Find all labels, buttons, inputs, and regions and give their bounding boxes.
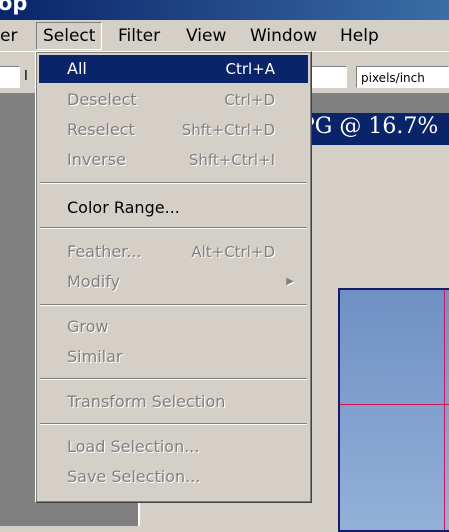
image-canvas[interactable] [338,288,449,532]
menu-window[interactable]: Window [244,23,323,49]
menu-item-label: Save Selection... [67,467,201,486]
menu-item-label: Deselect [67,90,137,109]
menu-separator [40,227,307,229]
menu-item-save-selection[interactable]: Save Selection... [39,463,308,491]
menu-item-color-range[interactable]: Color Range... [39,194,308,222]
menu-item-label: Similar [67,347,123,366]
menu-separator [40,423,307,425]
menu-item-transform-selection[interactable]: Transform Selection [39,388,308,416]
menu-help[interactable]: Help [334,23,385,49]
menu-item-grow[interactable]: Grow [39,313,308,341]
menu-separator [40,182,307,184]
toolbox-area [0,93,40,526]
vertical-guide[interactable] [444,290,445,530]
menu-item-feather[interactable]: Feather... Alt+Ctrl+D [39,238,308,266]
menu-filter[interactable]: Filter [112,23,166,49]
resolution-unit-select[interactable]: pixels/inch [356,66,449,88]
menu-item-label: Inverse [67,150,126,169]
menu-item-modify[interactable]: Modify ▶ [39,268,308,296]
menu-view[interactable]: View [180,23,232,49]
menu-item-label: Reselect [67,120,135,139]
submenu-arrow-icon: ▶ [286,276,294,287]
menu-item-inverse[interactable]: Inverse Shft+Ctrl+I [39,146,308,174]
select-dropdown-menu: All Ctrl+A Deselect Ctrl+D Reselect Shft… [35,51,312,503]
menu-item-shortcut: Alt+Ctrl+D [191,243,275,261]
menu-separator [40,378,307,380]
horizontal-guide[interactable] [340,404,449,405]
menu-item-load-selection[interactable]: Load Selection... [39,433,308,461]
menu-item-label: Modify [67,272,121,291]
menu-item-label: Transform Selection [67,392,226,411]
menu-item-label: All [67,59,87,78]
document-title: PG @ 16.7% [300,114,439,139]
menu-separator [40,304,307,306]
menu-select[interactable]: Select [36,22,103,50]
menu-item-label: Grow [67,317,109,336]
menu-item-shortcut: Ctrl+D [224,91,275,109]
app-title: op [0,0,28,15]
menu-item-all[interactable]: All Ctrl+A [39,55,308,83]
resolution-field[interactable] [310,66,347,88]
menu-item-shortcut: Shft+Ctrl+D [181,121,275,139]
menu-item-shortcut: Ctrl+A [225,60,275,78]
menu-item-deselect[interactable]: Deselect Ctrl+D [39,86,308,114]
app-title-bar: op [0,0,449,20]
menu-item-label: Color Range... [67,198,180,217]
menu-item-label: Load Selection... [67,437,200,456]
menu-item-label: Feather... [67,242,142,261]
options-label: I [24,69,28,84]
width-field[interactable] [0,66,20,88]
menu-bar: er Select Filter View Window Help [0,20,449,51]
menu-layer[interactable]: er [0,23,23,49]
menu-item-similar[interactable]: Similar [39,343,308,371]
menu-item-shortcut: Shft+Ctrl+I [188,151,275,169]
menu-item-reselect[interactable]: Reselect Shft+Ctrl+D [39,116,308,144]
